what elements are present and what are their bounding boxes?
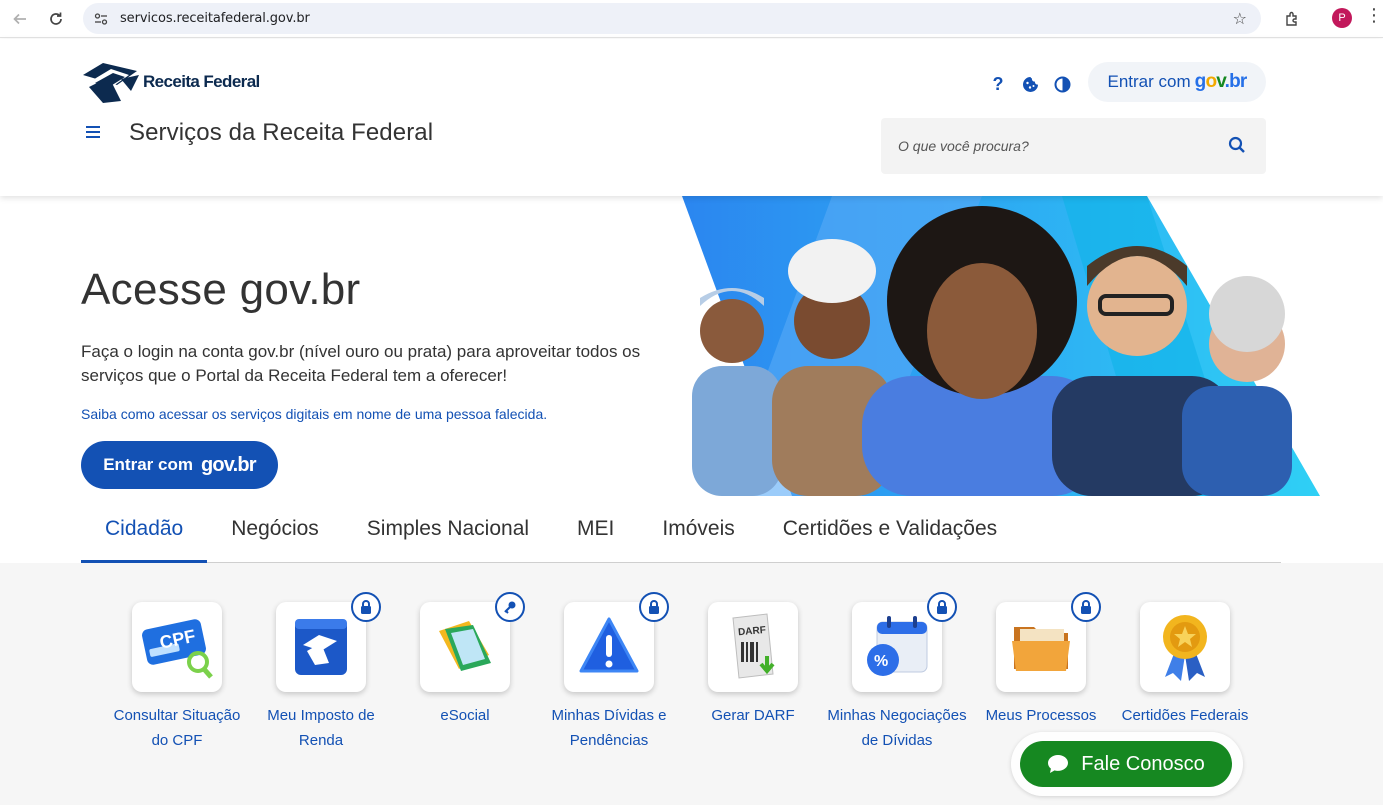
lock-icon [927,592,957,622]
logo-text: Receita Federal [143,72,260,91]
cpf-card-icon: CPF [142,619,213,679]
category-tabs: Cidadão Negócios Simples Nacional MEI Im… [81,496,1281,564]
service-meus-processos[interactable]: Meus Processos [969,592,1113,728]
search-icon[interactable] [1228,136,1248,156]
service-minhas-dividas[interactable]: Minhas Dívidas e Pendências [537,592,681,753]
service-card[interactable] [564,592,669,692]
darf-document-icon: DARF [732,613,775,679]
hero-login-button[interactable]: Entrar com gov.br [81,441,278,489]
url-text[interactable]: servicos.receitafederal.gov.br [120,11,310,26]
extensions-icon[interactable] [1278,5,1306,33]
site-info-icon[interactable] [93,11,109,27]
service-card[interactable]: DARF [708,602,798,692]
bookmark-star-icon[interactable]: ☆ [1233,9,1247,29]
chat-widget: Fale Conosco [1011,732,1243,796]
cookie-icon[interactable] [1014,71,1046,97]
contrast-icon[interactable] [1046,71,1078,97]
service-label: Certidões Federais [1121,707,1249,724]
hero-description: Faça o login na conta gov.br (nível ouro… [81,342,641,385]
service-label: Minhas Dívidas e Pendências [551,707,667,749]
service-card[interactable] [420,592,525,692]
browser-menu-icon[interactable]: ⋮ [1365,5,1383,26]
browser-toolbar: servicos.receitafederal.gov.br ☆ P ⋮ [0,0,1383,38]
service-label: Minhas Negociações de Dívidas [827,707,967,749]
service-esocial[interactable]: eSocial [393,592,537,728]
tab-imoveis[interactable]: Imóveis [638,496,758,563]
service-label: Meus Processos [985,707,1097,724]
service-label: eSocial [440,707,490,724]
lock-icon [1071,592,1101,622]
tab-mei[interactable]: MEI [553,496,638,563]
reload-icon[interactable] [42,5,70,33]
service-card[interactable]: CPF [132,602,222,692]
lock-icon [639,592,669,622]
hamburger-menu-icon[interactable] [86,123,108,141]
help-icon[interactable]: ? [982,71,1014,97]
folder-icon [1012,627,1070,671]
receita-book-icon [295,619,347,675]
service-card[interactable] [276,592,381,692]
hero-title: Acesse gov.br [81,265,361,314]
header-tools: ? [982,71,1078,97]
service-card[interactable]: % [852,592,957,692]
receita-federal-logo[interactable]: Receita Federal [81,61,260,103]
hero-people-illustration [682,196,1320,496]
site-title: Serviços da Receita Federal [129,119,434,146]
deceased-access-link[interactable]: Saiba como acessar os serviços digitais … [81,406,547,422]
key-icon [495,592,525,622]
lock-icon [351,592,381,622]
tab-negocios[interactable]: Negócios [207,496,343,563]
tab-certidoes-validacoes[interactable]: Certidões e Validações [759,496,1021,563]
chat-label: Fale Conosco [1081,752,1205,775]
service-label: Consultar Situação do CPF [113,707,241,749]
esocial-icon [439,621,491,671]
service-label: Meu Imposto de Renda [267,707,375,749]
tab-simples-nacional[interactable]: Simples Nacional [343,496,553,563]
service-minhas-negociacoes[interactable]: % Minhas Negociações de Dívidas [825,592,969,753]
tab-cidadao[interactable]: Cidadão [81,496,208,564]
receita-logo-icon [83,63,139,103]
login-govbr-button[interactable]: Entrar com gov.br [1088,62,1266,102]
profile-avatar[interactable]: P [1332,8,1352,28]
service-card[interactable] [996,592,1101,692]
hero-banner: Acesse gov.br Faça o login na conta gov.… [0,196,1383,496]
back-arrow-icon[interactable] [6,5,34,33]
service-card[interactable] [1140,602,1230,692]
warning-triangle-icon [579,617,639,673]
login-label: Entrar com [1107,72,1191,91]
service-certidoes-federais[interactable]: Certidões Federais [1113,602,1257,728]
hero-login-label: Entrar com [103,455,193,474]
address-bar[interactable]: servicos.receitafederal.gov.br ☆ [83,3,1261,34]
site-header: Receita Federal Serviços da Receita Fede… [0,39,1383,196]
medal-icon [1163,615,1207,681]
govbr-logo: gov.br [1194,71,1248,92]
service-gerar-darf[interactable]: DARF Gerar DARF [681,602,825,728]
calendar-percent-icon: % [867,616,928,676]
service-consultar-cpf[interactable]: CPF Consultar Situação do CPF [105,602,249,753]
search-box [881,118,1266,174]
search-input[interactable] [898,138,1218,154]
chat-bubble-icon [1048,755,1069,773]
svg-text:%: % [874,653,888,670]
fale-conosco-button[interactable]: Fale Conosco [1020,741,1232,787]
service-meu-imposto-renda[interactable]: Meu Imposto de Renda [249,592,393,753]
service-label: Gerar DARF [711,707,795,724]
govbr-logo-white: gov.br [200,453,257,476]
